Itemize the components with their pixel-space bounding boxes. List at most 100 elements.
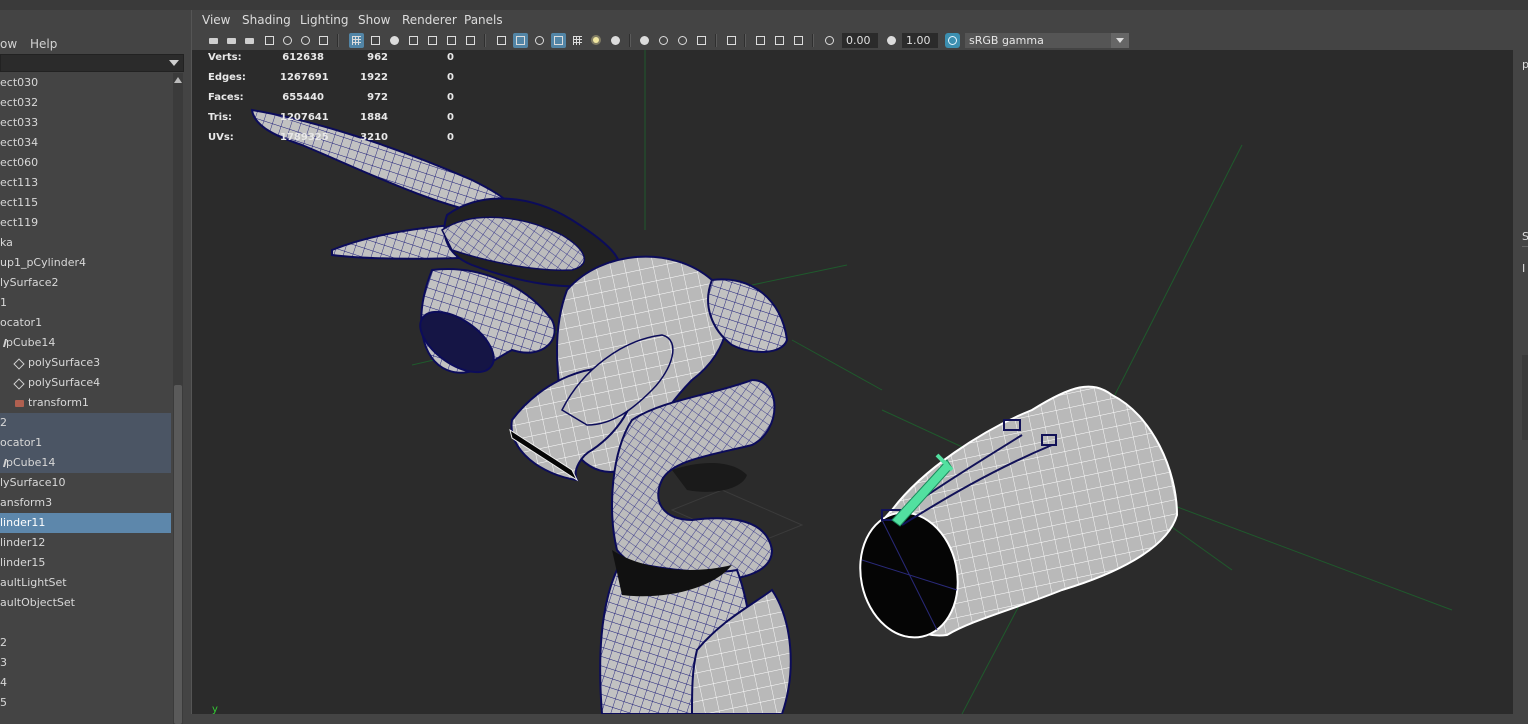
outliner-item[interactable]: 1 bbox=[0, 293, 171, 313]
smooth-shade-icon[interactable] bbox=[513, 33, 528, 48]
menu-show[interactable]: Show bbox=[358, 13, 390, 27]
viewport-3d[interactable]: y Verts: 612638 962 0 Edges: 1267691 1922 0 Face… bbox=[192, 50, 1513, 714]
outliner-item[interactable]: 5 bbox=[0, 693, 171, 713]
hud-value: 0 bbox=[447, 92, 454, 103]
xray-joints-icon[interactable] bbox=[791, 33, 806, 48]
outliner-item[interactable]: ect113 bbox=[0, 173, 171, 193]
outliner-item-label: ect030 bbox=[0, 76, 39, 89]
menu-help[interactable]: Help bbox=[30, 37, 57, 51]
hud-value: 1267691 bbox=[280, 72, 329, 83]
menu-shading[interactable]: Shading bbox=[242, 13, 291, 27]
multisample-aa-icon[interactable] bbox=[675, 33, 690, 48]
outliner-item[interactable] bbox=[0, 613, 171, 633]
outliner-item[interactable]: ect034 bbox=[0, 133, 171, 153]
outliner-item[interactable]: pCube14 bbox=[0, 333, 171, 353]
menu-view[interactable]: View bbox=[202, 13, 230, 27]
scrollbar-thumb[interactable] bbox=[174, 385, 182, 724]
hud-value: 1922 bbox=[360, 72, 388, 83]
isolate-select-icon[interactable] bbox=[724, 33, 739, 48]
outliner-item-label: linder15 bbox=[0, 556, 46, 569]
gamma-field[interactable]: 1.00 bbox=[902, 33, 938, 48]
bookmarks-icon[interactable] bbox=[242, 33, 257, 48]
outliner-item[interactable]: ansform3 bbox=[0, 493, 171, 513]
outliner-item[interactable]: up1_pCylinder4 bbox=[0, 253, 171, 273]
camera-attributes-icon[interactable] bbox=[224, 33, 239, 48]
outliner-scrollbar[interactable] bbox=[173, 73, 183, 724]
outliner-item[interactable]: linder11 bbox=[0, 513, 171, 533]
view-transform-dropdown[interactable]: sRGB gamma bbox=[965, 33, 1129, 48]
outliner-item[interactable]: ect033 bbox=[0, 113, 171, 133]
outliner-item-label: 1 bbox=[0, 296, 7, 309]
outliner-item[interactable]: linder15 bbox=[0, 553, 171, 573]
screen-space-ao-icon[interactable] bbox=[637, 33, 652, 48]
film-gate-icon[interactable] bbox=[368, 33, 383, 48]
outliner-item[interactable]: 2 bbox=[0, 633, 171, 653]
outliner-item[interactable]: pCube14 bbox=[0, 453, 171, 473]
outliner-item[interactable]: ocator1 bbox=[0, 313, 171, 333]
bookmark-icon[interactable] bbox=[262, 33, 277, 48]
outliner-item[interactable]: ect119 bbox=[0, 213, 171, 233]
outliner-item-label: pCube14 bbox=[6, 456, 56, 469]
hud-value: 1884 bbox=[360, 112, 388, 123]
hud-row: Edges: 1267691 1922 0 bbox=[208, 72, 468, 86]
select-camera-icon[interactable] bbox=[206, 33, 221, 48]
menu-lighting[interactable]: Lighting bbox=[300, 13, 349, 27]
menu-panels[interactable]: Panels bbox=[464, 13, 503, 27]
color-management-toggle[interactable] bbox=[945, 33, 960, 48]
outliner-item[interactable]: 2 bbox=[0, 413, 171, 433]
depth-of-field-icon[interactable] bbox=[694, 33, 709, 48]
chevron-down-icon[interactable] bbox=[1111, 33, 1129, 48]
panel-toolbar: 0.00 1.00 sRGB gamma bbox=[192, 31, 1513, 50]
hud-label: UVs: bbox=[208, 132, 234, 143]
grease-pencil-icon[interactable] bbox=[316, 33, 331, 48]
outliner-filter-field[interactable] bbox=[0, 54, 184, 72]
gate-mask-icon[interactable] bbox=[406, 33, 421, 48]
column-gap bbox=[672, 463, 747, 492]
wireframe-icon[interactable] bbox=[494, 33, 509, 48]
outliner-item[interactable]: aultObjectSet bbox=[0, 593, 171, 613]
scroll-up-icon[interactable] bbox=[174, 77, 182, 83]
outliner-item[interactable]: ect030 bbox=[0, 73, 171, 93]
wireframe-on-shaded-icon[interactable] bbox=[551, 33, 566, 48]
image-plane-icon[interactable] bbox=[280, 33, 295, 48]
exposure-icon[interactable] bbox=[822, 33, 837, 48]
outliner-item[interactable]: aultLightSet bbox=[0, 573, 171, 593]
resolution-gate-icon[interactable] bbox=[387, 33, 402, 48]
grid-icon[interactable] bbox=[349, 33, 364, 48]
outliner-item[interactable]: ka bbox=[0, 233, 171, 253]
chevron-down-icon[interactable] bbox=[169, 60, 179, 66]
motion-blur-icon[interactable] bbox=[656, 33, 671, 48]
safe-title-icon[interactable] bbox=[463, 33, 478, 48]
attr-label-low: I bbox=[1522, 262, 1526, 275]
default-material-icon[interactable] bbox=[532, 33, 547, 48]
shadows-icon[interactable] bbox=[608, 33, 623, 48]
field-chart-icon[interactable] bbox=[425, 33, 440, 48]
outliner-item[interactable]: polySurface4 bbox=[0, 373, 171, 393]
outliner-item[interactable]: lySurface2 bbox=[0, 273, 171, 293]
outliner-item-label: ect115 bbox=[0, 196, 39, 209]
xray-active-icon[interactable] bbox=[772, 33, 787, 48]
outliner-item[interactable]: 3 bbox=[0, 653, 171, 673]
safe-action-icon[interactable] bbox=[444, 33, 459, 48]
outliner-item[interactable]: polySurface3 bbox=[0, 353, 171, 373]
xray-icon[interactable] bbox=[753, 33, 768, 48]
outliner-item[interactable]: ect115 bbox=[0, 193, 171, 213]
outliner-item[interactable]: lySurface10 bbox=[0, 473, 171, 493]
menu-show[interactable]: ow bbox=[0, 37, 17, 51]
attribute-panel: p S I bbox=[1513, 10, 1528, 714]
use-all-lights-icon[interactable] bbox=[589, 33, 604, 48]
outliner-item[interactable]: ocator1 bbox=[0, 433, 171, 453]
outliner-item[interactable]: ect060 bbox=[0, 153, 171, 173]
exposure-field[interactable]: 0.00 bbox=[842, 33, 878, 48]
outliner-list: ect030 ect032 ect033 ect034 ect060 ect113 ect1… bbox=[0, 73, 171, 724]
mesh-icon bbox=[13, 378, 25, 390]
outliner-item[interactable]: transform1 bbox=[0, 393, 171, 413]
menu-renderer[interactable]: Renderer bbox=[402, 13, 457, 27]
outliner-item-label: 2 bbox=[0, 636, 7, 649]
2d-pan-zoom-icon[interactable] bbox=[298, 33, 313, 48]
textured-icon[interactable] bbox=[570, 33, 585, 48]
outliner-item[interactable]: 4 bbox=[0, 673, 171, 693]
gamma-icon[interactable] bbox=[884, 33, 899, 48]
outliner-item[interactable]: ect032 bbox=[0, 93, 171, 113]
outliner-item[interactable]: linder12 bbox=[0, 533, 171, 553]
